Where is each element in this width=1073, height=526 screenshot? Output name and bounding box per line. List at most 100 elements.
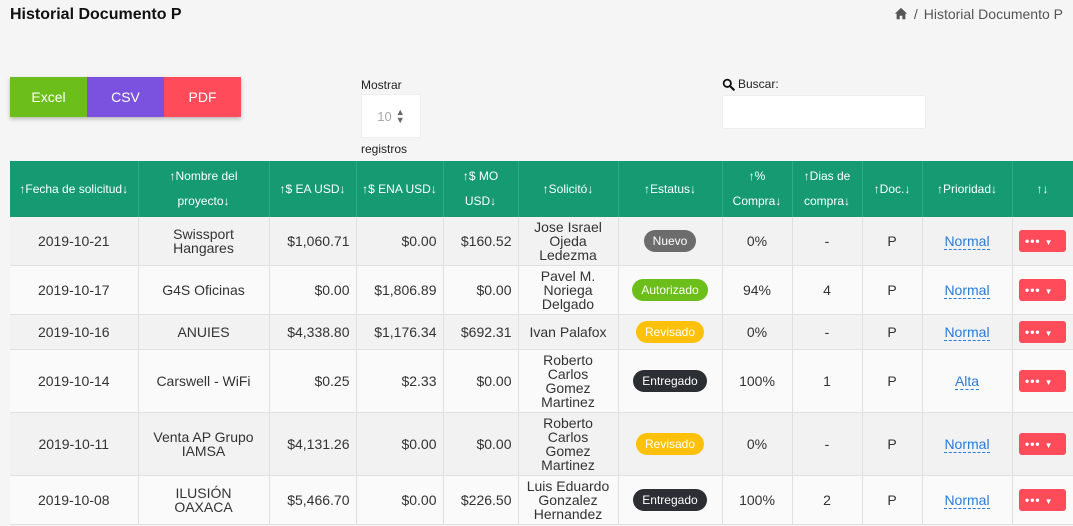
priority-link[interactable]: Alta [954,372,980,390]
priority-cell: Normal [922,412,1013,476]
actions-dropdown-button[interactable]: ••• ▼ [1019,278,1066,301]
purchase-percent-cell: 0% [722,314,793,350]
caret-down-icon: ▼ [1044,377,1053,387]
documents-table: ↑Fecha de solicitud↓ ↑Nombre del proyecto… [10,161,1073,525]
doc-cell: P [862,412,923,476]
column-header-label: $ ENA USD [368,181,431,196]
sort-desc-icon: ↓ [587,181,594,196]
requester-cell: Roberto Carlos Gomez Martinez [518,349,619,413]
mo-usd-cell: $226.50 [443,475,519,525]
table-row: 2019-10-11 Venta AP Grupo IAMSA $4,131.26 $… [10,412,1073,476]
doc-cell: P [862,265,923,315]
date-cell: 2019-10-16 [10,314,139,350]
date-cell: 2019-10-21 [10,217,139,266]
purchase-days-cell: - [792,314,863,350]
priority-link[interactable]: Normal [944,323,990,341]
date-cell: 2019-10-11 [10,412,139,476]
date-cell: 2019-10-17 [10,265,139,315]
ena-usd-cell: $1,176.34 [356,314,444,350]
column-header[interactable]: ↑$ EA USD↓ [269,161,357,217]
sort-desc-icon: ↓ [690,181,697,196]
column-header[interactable]: ↑Nombre del proyecto↓ [138,161,270,217]
page-length-select[interactable]: 10 ▲ ▼ [361,94,421,138]
column-header[interactable]: ↑Doc.↓ [862,161,923,217]
sort-desc-icon: ↓ [775,194,782,208]
column-header[interactable]: ↑Fecha de solicitud↓ [10,161,139,217]
project-cell: Swissport Hangares [138,217,270,266]
doc-cell: P [862,314,923,350]
caret-down-icon: ▼ [1044,440,1053,450]
ena-usd-cell: $0.00 [356,412,444,476]
table-row: 2019-10-16 ANUIES $4,338.80 $1,176.34 $692.3… [10,314,1073,350]
requester-cell: Luis Eduardo Gonzalez Hernandez [518,475,619,525]
search-input[interactable] [722,95,926,129]
page-length-value: 10 [377,108,392,124]
excel-button[interactable]: Excel [10,77,87,117]
actions-cell: ••• ▼ [1012,475,1073,525]
column-header-label: Estatus [649,181,691,196]
actions-dropdown-button[interactable]: ••• ▼ [1019,229,1066,252]
caret-down-icon: ▼ [1044,328,1053,338]
priority-cell: Normal [922,217,1013,266]
actions-cell: ••• ▼ [1012,265,1073,315]
status-cell: Entregado [618,349,723,413]
sort-desc-icon: ↓ [122,181,129,196]
status-cell: Autorizado [618,265,723,315]
sort-desc-icon: ↓ [430,181,437,196]
ena-usd-cell: $2.33 [356,349,444,413]
table-body: 2019-10-21 Swissport Hangares $1,060.71 $0.… [10,217,1073,525]
priority-link[interactable]: Normal [944,491,990,509]
purchase-days-cell: - [792,217,863,266]
column-header[interactable]: ↑$ ENA USD↓ [356,161,444,217]
priority-cell: Normal [922,265,1013,315]
home-icon[interactable] [894,7,908,21]
purchase-percent-cell: 94% [722,265,793,315]
export-button-group: Excel CSV PDF [10,77,241,117]
priority-link[interactable]: Normal [944,435,990,453]
column-header-label: Fecha de solicitud [25,181,123,196]
pdf-button[interactable]: PDF [164,77,241,117]
actions-dropdown-button[interactable]: ••• ▼ [1019,488,1066,511]
column-header-label: Solicitó [548,181,588,196]
column-header[interactable]: ↑$ MO USD↓ [443,161,519,217]
sort-desc-icon: ↓ [223,194,230,208]
column-header[interactable]: ↑Solicitó↓ [518,161,619,217]
requester-cell: Pavel M. Noriega Delgado [518,265,619,315]
status-cell: Revisado [618,314,723,350]
priority-link[interactable]: Normal [944,232,990,250]
ea-usd-cell: $4,338.80 [269,314,357,350]
purchase-percent-cell: 0% [722,217,793,266]
mo-usd-cell: $0.00 [443,265,519,315]
more-icon: ••• [1025,282,1041,297]
actions-dropdown-button[interactable]: ••• ▼ [1019,320,1066,343]
purchase-percent-cell: 100% [722,349,793,413]
column-header[interactable]: ↑Prioridad↓ [922,161,1013,217]
status-cell: Nuevo [618,217,723,266]
ea-usd-cell: $0.00 [269,265,357,315]
doc-cell: P [862,349,923,413]
ena-usd-cell: $1,806.89 [356,265,444,315]
column-header[interactable]: ↑Dias de compra↓ [792,161,863,217]
ena-usd-cell: $0.00 [356,217,444,266]
purchase-percent-cell: 0% [722,412,793,476]
search-label: Buscar: [738,77,779,91]
caret-down-icon: ▼ [1044,496,1053,506]
csv-button[interactable]: CSV [87,77,164,117]
priority-link[interactable]: Normal [944,281,990,299]
actions-dropdown-button[interactable]: ••• ▼ [1019,369,1066,392]
column-header[interactable]: ↑↓ [1012,161,1073,217]
column-header[interactable]: ↑% Compra↓ [722,161,793,217]
column-header-label: $ EA USD [285,181,340,196]
priority-cell: Alta [922,349,1013,413]
doc-cell: P [862,217,923,266]
table-row: 2019-10-17 G4S Oficinas $0.00 $1,806.89 $0.0… [10,265,1073,315]
table-row: 2019-10-08 ILUSIÓN OAXACA $5,466.70 $0.00 $2… [10,475,1073,525]
priority-cell: Normal [922,314,1013,350]
more-icon: ••• [1025,436,1041,451]
project-cell: ILUSIÓN OAXACA [138,475,270,525]
column-header[interactable]: ↑Estatus↓ [618,161,723,217]
mo-usd-cell: $0.00 [443,412,519,476]
actions-dropdown-button[interactable]: ••• ▼ [1019,432,1066,455]
sort-desc-icon: ↓ [1042,181,1049,196]
actions-cell: ••• ▼ [1012,314,1073,350]
